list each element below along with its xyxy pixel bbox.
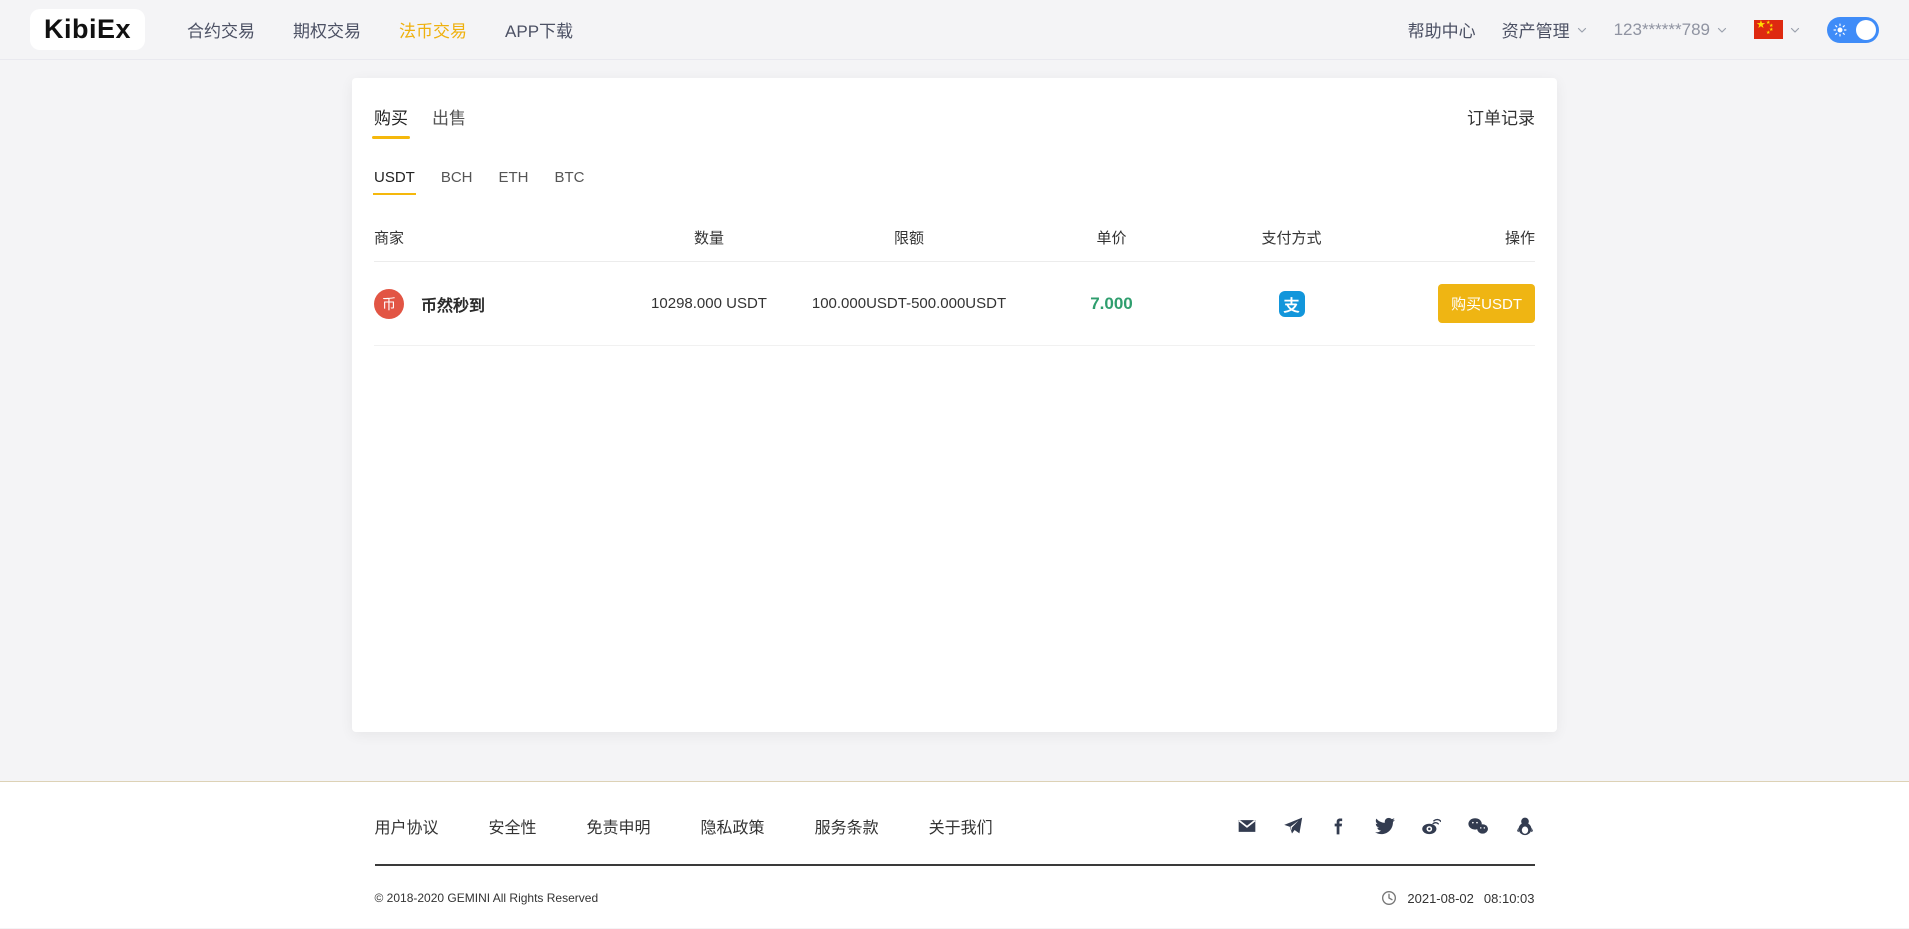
account-menu[interactable]: 123******789 [1614, 20, 1728, 40]
col-amount: 数量 [624, 227, 794, 248]
tab-buy[interactable]: 购买 [374, 104, 408, 139]
social-icons [1237, 816, 1535, 836]
nav-options-trade[interactable]: 期权交易 [293, 17, 361, 42]
tab-sell[interactable]: 出售 [432, 104, 466, 139]
footer-links: 用户协议 安全性 免责申明 隐私政策 服务条款 关于我们 [375, 814, 993, 838]
coin-tab-btc[interactable]: BTC [555, 169, 585, 195]
footer-link-user-agreement[interactable]: 用户协议 [375, 814, 439, 838]
qq-icon[interactable] [1515, 816, 1535, 836]
main-nav: 合约交易 期权交易 法币交易 APP下载 [187, 17, 573, 42]
footer-link-security[interactable]: 安全性 [489, 814, 537, 838]
row-amount: 10298.000 USDT [624, 295, 794, 312]
main-area: 购买 出售 订单记录 USDT BCH ETH BTC 商家 数量 限额 单价 … [0, 60, 1909, 782]
theme-toggle[interactable] [1827, 17, 1879, 43]
chevron-down-icon [1716, 24, 1728, 36]
chevron-down-icon [1576, 24, 1588, 36]
footer-link-privacy[interactable]: 隐私政策 [701, 814, 765, 838]
table-row: 币 币然秒到 10298.000 USDT 100.000USDT-500.00… [374, 262, 1535, 346]
row-price: 7.000 [1024, 294, 1199, 314]
copyright-text: © 2018-2020 GEMINI All Rights Reserved [375, 891, 599, 905]
table-header-row: 商家 数量 限额 单价 支付方式 操作 [374, 217, 1535, 262]
clock-icon [1381, 890, 1397, 906]
nav-contract-trade[interactable]: 合约交易 [187, 17, 255, 42]
date-text: 2021-08-02 [1407, 891, 1474, 906]
help-center-link[interactable]: 帮助中心 [1408, 17, 1476, 42]
row-payment: 支 [1199, 291, 1384, 317]
header-right: 帮助中心 资产管理 123******789 ★ ★★ ★★ [1408, 17, 1879, 43]
alipay-icon: 支 [1279, 291, 1305, 317]
email-icon[interactable] [1237, 816, 1257, 836]
china-flag-icon: ★ ★★ ★★ [1754, 20, 1783, 39]
otc-table: 商家 数量 限额 单价 支付方式 操作 币 币然秒到 10298.000 USD… [374, 217, 1535, 346]
nav-app-download[interactable]: APP下载 [505, 17, 573, 42]
footer-link-disclaimer[interactable]: 免责申明 [587, 814, 651, 838]
sun-icon [1833, 23, 1847, 37]
coin-tab-usdt[interactable]: USDT [374, 169, 415, 195]
row-action: 购买USDT [1384, 284, 1535, 323]
top-header: KibiEx 合约交易 期权交易 法币交易 APP下载 帮助中心 资产管理 12… [0, 0, 1909, 60]
asset-management-label: 资产管理 [1502, 17, 1570, 42]
brand-logo[interactable]: KibiEx [30, 9, 145, 50]
col-price: 单价 [1024, 227, 1199, 248]
footer: 用户协议 安全性 免责申明 隐私政策 服务条款 关于我们 [0, 782, 1909, 928]
language-selector[interactable]: ★ ★★ ★★ [1754, 20, 1801, 39]
coin-tabs: USDT BCH ETH BTC [374, 169, 1535, 195]
col-action: 操作 [1384, 227, 1535, 248]
footer-link-about[interactable]: 关于我们 [929, 814, 993, 838]
order-record-link[interactable]: 订单记录 [1467, 104, 1535, 129]
coin-tab-bch[interactable]: BCH [441, 169, 473, 195]
telegram-icon[interactable] [1283, 816, 1303, 836]
chevron-down-icon [1789, 24, 1801, 36]
trade-side-tabs: 购买 出售 [374, 104, 466, 139]
time-text: 08:10:03 [1484, 891, 1535, 906]
merchant-cell: 币 币然秒到 [374, 289, 624, 319]
row-limit: 100.000USDT-500.000USDT [794, 295, 1024, 312]
otc-trade-card: 购买 出售 订单记录 USDT BCH ETH BTC 商家 数量 限额 单价 … [352, 78, 1557, 732]
col-payment: 支付方式 [1199, 227, 1384, 248]
weibo-icon[interactable] [1421, 816, 1441, 836]
asset-management-menu[interactable]: 资产管理 [1502, 17, 1588, 42]
merchant-name: 币然秒到 [421, 292, 485, 316]
card-top-row: 购买 出售 订单记录 [374, 104, 1535, 139]
footer-links-row: 用户协议 安全性 免责申明 隐私政策 服务条款 关于我们 [375, 814, 1535, 838]
toggle-knob [1856, 20, 1876, 40]
server-time: 2021-08-02 08:10:03 [1381, 890, 1534, 906]
col-limit: 限额 [794, 227, 1024, 248]
footer-bottom: © 2018-2020 GEMINI All Rights Reserved 2… [375, 866, 1535, 928]
facebook-icon[interactable] [1329, 816, 1349, 836]
account-number: 123******789 [1614, 20, 1710, 40]
merchant-avatar: 币 [374, 289, 404, 319]
nav-fiat-trade[interactable]: 法币交易 [399, 17, 467, 42]
wechat-icon[interactable] [1467, 816, 1489, 836]
buy-usdt-button[interactable]: 购买USDT [1438, 284, 1535, 323]
coin-tab-eth[interactable]: ETH [499, 169, 529, 195]
twitter-icon[interactable] [1375, 816, 1395, 836]
col-merchant: 商家 [374, 227, 624, 248]
footer-link-terms[interactable]: 服务条款 [815, 814, 879, 838]
